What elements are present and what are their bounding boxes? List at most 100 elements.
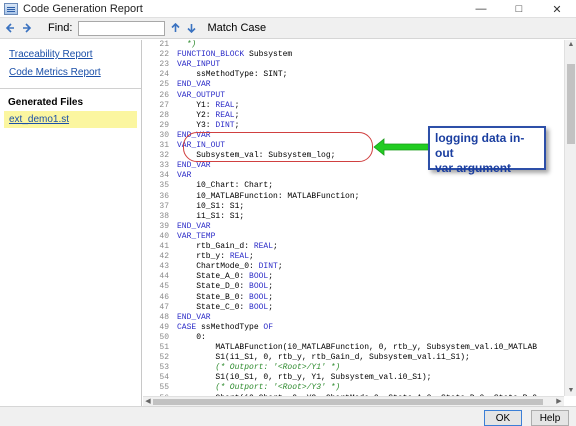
code-line: 25 END_VAR [143, 80, 210, 90]
code-line: 34 VAR [143, 171, 191, 181]
code-text: ; [268, 272, 274, 282]
line-number: 30 [159, 130, 169, 140]
code-keyword: DINT [215, 120, 235, 130]
find-label: Find: [48, 22, 73, 34]
code-line: 24 ssMethodType: SINT; [143, 70, 287, 80]
code-text: S1(i1_S1, 0, rtb_y, rtb_Gain_d, Subsyste… [177, 353, 470, 363]
code-line: 38 i1_S1: S1; [143, 212, 244, 222]
code-keyword: REAL [215, 110, 235, 120]
window-controls: — □ ✕ [462, 0, 576, 18]
line-number: 34 [159, 171, 169, 181]
line-number: 51 [159, 343, 169, 352]
code-metrics-report-link[interactable]: Code Metrics Report [9, 67, 101, 78]
code-line: 43 ChartMode_0: DINT; [143, 262, 282, 272]
line-number: 48 [159, 312, 169, 322]
code-keyword: BOOL [249, 282, 269, 292]
find-previous-icon[interactable] [169, 21, 181, 35]
generated-file-item[interactable]: ext_demo1.st [4, 111, 137, 128]
code-text: i0_MATLABFunction: MATLABFunction; [177, 191, 360, 201]
help-button[interactable]: Help [531, 410, 569, 426]
code-text: Subsystem [244, 50, 293, 60]
callout-line-2: var argument [435, 161, 512, 175]
back-arrow-icon[interactable] [3, 21, 17, 35]
generated-file-link[interactable]: ext_demo1.st [9, 114, 69, 125]
maximize-button[interactable]: □ [500, 0, 538, 18]
code-keyword: VAR_OUTPUT [177, 90, 226, 100]
code-line: 51 MATLABFunction(i0_MATLABFunction, 0, … [143, 343, 537, 353]
line-number: 27 [159, 100, 169, 110]
line-number: 39 [159, 221, 169, 231]
forward-arrow-icon[interactable] [20, 21, 34, 35]
scroll-down-icon[interactable]: ▼ [565, 386, 576, 396]
line-number: 43 [159, 262, 169, 272]
line-number: 54 [159, 373, 169, 383]
horizontal-scrollbar[interactable]: ◀ ▶ [143, 396, 564, 406]
line-number: 45 [159, 282, 169, 292]
code-text: State_A_0: [177, 272, 250, 282]
code-line: 44 State_A_0: BOOL; [143, 272, 273, 282]
code-text: ; [268, 292, 274, 302]
code-text: ; [268, 282, 274, 292]
code-line: 40 VAR_TEMP [143, 232, 215, 242]
code-keyword: REAL [253, 242, 274, 251]
code-keyword: BOOL [249, 302, 269, 312]
line-number: 41 [159, 242, 169, 251]
code-text: Y1: [177, 100, 216, 110]
code-text: State_C_0: [177, 302, 250, 312]
line-number: 42 [159, 252, 169, 262]
code-line: 50 0: [143, 332, 205, 343]
vertical-scroll-thumb[interactable] [567, 64, 575, 144]
ok-button[interactable]: OK [484, 410, 522, 426]
app-icon [4, 2, 18, 15]
highlight-ellipse [183, 132, 373, 162]
match-case-option[interactable]: Match Case [207, 22, 266, 34]
code-text: ; [234, 110, 240, 120]
code-line: 54 S1(i0_S1, 0, rtb_y, Y1, Subsystem_val… [143, 373, 431, 383]
bottom-bar: OK Help [0, 406, 576, 426]
code-keyword: BOOL [249, 292, 269, 302]
code-comment: (* Outport: '<Root>/Y3' *) [177, 383, 341, 393]
close-button[interactable]: ✕ [538, 0, 576, 18]
line-number: 31 [159, 141, 169, 150]
code-keyword: END_VAR [177, 161, 211, 171]
code-view[interactable]: 21 *) 22 FUNCTION_BLOCK Subsystem 23 VAR_INP… [143, 40, 564, 396]
find-input[interactable] [78, 20, 166, 36]
code-text: ssMethodType [196, 322, 264, 332]
code-line: 23 VAR_INPUT [143, 60, 220, 70]
horizontal-scroll-thumb[interactable] [153, 399, 543, 405]
code-text: ; [234, 120, 240, 130]
code-line: 35 i0_Chart: Chart; [143, 181, 273, 191]
code-line: 45 State_D_0: BOOL; [143, 282, 273, 292]
line-number: 44 [159, 272, 169, 282]
code-text: S1(i0_S1, 0, rtb_y, Y1, Subsystem_val.i0… [177, 373, 432, 383]
line-number: 36 [159, 191, 169, 201]
code-text: i1_S1: S1; [177, 211, 245, 221]
scroll-up-icon[interactable]: ▲ [565, 40, 576, 50]
code-text: MATLABFunction(i0_MATLABFunction, 0, rtb… [177, 343, 538, 352]
code-line: 53 (* Outport: '<Root>/Y1' *) [143, 363, 340, 373]
find-next-icon[interactable] [185, 21, 197, 35]
toolbar: Find: Match Case [0, 18, 576, 39]
code-text: ; [234, 100, 240, 110]
code-text: ssMethodType: SINT; [177, 70, 288, 80]
code-line: 46 State_B_0: BOOL; [143, 293, 273, 303]
code-line: 49 CASE ssMethodType OF [143, 323, 273, 333]
line-number: 21 [159, 40, 169, 49]
traceability-report-link[interactable]: Traceability Report [9, 49, 93, 60]
code-text: State_B_0: [177, 292, 250, 302]
vertical-scrollbar[interactable]: ▲ ▼ [564, 40, 576, 396]
minimize-button[interactable]: — [462, 0, 500, 18]
code-keyword: FUNCTION_BLOCK [177, 50, 245, 60]
code-text: Y2: [177, 110, 216, 120]
code-line: 29 Y3: DINT; [143, 121, 239, 131]
generated-files-heading: Generated Files [8, 97, 84, 108]
code-text: ChartMode_0: [177, 262, 259, 272]
line-number: 32 [159, 151, 169, 161]
line-number: 50 [159, 332, 169, 342]
code-line: 21 *) [143, 40, 196, 50]
code-text: i0_S1: S1; [177, 201, 245, 211]
report-sidebar: Traceability Report Code Metrics Report … [0, 40, 142, 406]
line-number: 55 [159, 383, 169, 393]
sidebar-divider [0, 88, 141, 89]
code-line: 42 rtb_y: REAL; [143, 252, 253, 262]
